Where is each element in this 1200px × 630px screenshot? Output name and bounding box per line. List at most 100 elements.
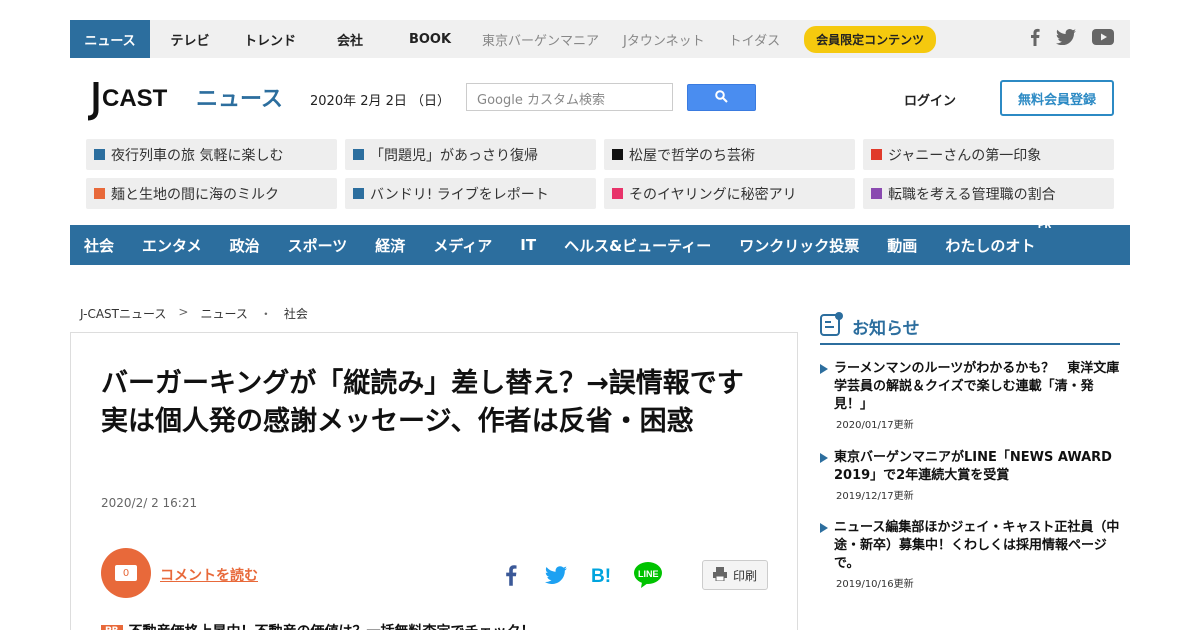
search-icon (715, 88, 728, 107)
topic-color-marker (94, 149, 105, 160)
tab-news[interactable]: ニュース (70, 20, 150, 58)
comment-count-badge[interactable]: 0 (101, 548, 151, 598)
category-media[interactable]: メディア (433, 235, 492, 256)
notice-updated: 2020/01/17更新 (836, 420, 914, 431)
topic-color-marker (871, 149, 882, 160)
article-card: バーガーキングが「縦読み」差し替え？→誤情報です 実は個人発の感謝メッセージ、作… (70, 332, 798, 630)
svg-text:LINE: LINE (638, 569, 659, 579)
tab-book[interactable]: BOOK (390, 20, 470, 58)
notice-item[interactable]: ラーメンマンのルーツがわかるかも？ 東洋文庫学芸員の解説＆クイズで楽しむ連載「清… (820, 360, 1120, 431)
breadcrumb: J-CASTニュース > ニュース ・ 社会 (80, 305, 308, 322)
facebook-icon[interactable] (1030, 28, 1040, 50)
arrow-right-icon (820, 523, 828, 533)
share-line-icon[interactable]: LINE (633, 561, 663, 589)
tab-trend[interactable]: トレンド (230, 20, 310, 58)
topic-chip[interactable]: そのイヤリングに秘密アリ (604, 178, 855, 209)
search-input[interactable]: Google カスタム検索 (466, 83, 673, 111)
tab-tv[interactable]: テレビ (150, 20, 230, 58)
topic-chip[interactable]: 「問題児」があっさり復帰 (345, 139, 596, 170)
topic-color-marker (353, 149, 364, 160)
topic-chip[interactable]: 夜行列車の旅 気軽に楽しむ (86, 139, 337, 170)
topic-color-marker (94, 188, 105, 199)
read-comments-link[interactable]: コメントを読む (160, 565, 258, 585)
site-logo[interactable]: CAST ニュース (86, 80, 286, 121)
notice-icon (820, 312, 844, 340)
sidebar-notice-header: お知らせ (820, 309, 1120, 345)
member-content-button[interactable]: 会員限定コンテンツ (804, 25, 937, 53)
category-navigation: 社会 エンタメ 政治 スポーツ 経済 メディア IT ヘルス&ビューティー ワン… (70, 221, 1130, 265)
youtube-icon[interactable] (1092, 29, 1114, 49)
top-navigation-bar: ニュース テレビ トレンド 会社 BOOK 東京バーゲンマニア Jタウンネット … (70, 20, 1130, 58)
register-button[interactable]: 無料会員登録 (1000, 80, 1114, 116)
topic-chip[interactable]: ジャニーさんの第一印象 (863, 139, 1114, 170)
arrow-right-icon (820, 364, 828, 374)
svg-text:B!: B! (591, 566, 611, 585)
breadcrumb-separator: ・ (259, 307, 272, 321)
topic-chip[interactable]: 転職を考える管理職の割合 (863, 178, 1114, 209)
breadcrumb-section[interactable]: ニュース (200, 305, 247, 322)
category-health-beauty[interactable]: ヘルス&ビューティー (564, 235, 711, 256)
current-date: 2020年 2月 2日 （日） (310, 94, 451, 109)
svg-text:CAST: CAST (102, 85, 168, 112)
notice-text: ニュース編集部ほかジェイ・キャスト正社員（中途・新卒）募集中！くわしくは採用情報… (834, 520, 1120, 571)
topic-chip[interactable]: バンドリ! ライブをレポート (345, 178, 596, 209)
article-headline: バーガーキングが「縦読み」差し替え？→誤情報です 実は個人発の感謝メッセージ、作… (101, 368, 771, 437)
notice-updated: 2019/12/17更新 (836, 491, 914, 502)
category-politics[interactable]: 政治 (230, 235, 260, 256)
category-video[interactable]: 動画 (887, 235, 917, 256)
notice-text: 東京バーゲンマニアがLINE「NEWS AWARD 2019」で2年連続大賞を受… (834, 450, 1112, 483)
print-icon (712, 566, 727, 584)
article-timestamp: 2020/2/ 2 16:21 (101, 496, 198, 510)
topic-label: 「問題児」があっさり復帰 (370, 147, 538, 164)
breadcrumb-separator: > (178, 305, 189, 319)
social-links (1030, 28, 1130, 50)
link-toidas[interactable]: トイダス (717, 20, 792, 58)
topic-label: 夜行列車の旅 気軽に楽しむ (111, 147, 284, 164)
link-tokyo-bargain-mania[interactable]: 東京バーゲンマニア (470, 20, 611, 58)
notice-updated: 2019/10/16更新 (836, 579, 914, 590)
sidebar-title: お知らせ (852, 318, 920, 339)
search-button[interactable] (687, 84, 756, 111)
print-button[interactable]: 印刷 (702, 560, 768, 590)
comment-count: 0 (115, 565, 137, 581)
topic-label: 転職を考える管理職の割合 (888, 186, 1056, 203)
topic-label: 麺と生地の間に海のミルク (111, 186, 279, 203)
notice-text: ラーメンマンのルーツがわかるかも？ 東洋文庫学芸員の解説＆クイズで楽しむ連載「清… (834, 361, 1120, 412)
category-one-click-poll[interactable]: ワンクリック投票 (739, 235, 859, 256)
category-economy[interactable]: 経済 (375, 235, 405, 256)
breadcrumb-home[interactable]: J-CASTニュース (80, 305, 166, 322)
notice-item[interactable]: 東京バーゲンマニアがLINE「NEWS AWARD 2019」で2年連続大賞を受… (820, 449, 1120, 502)
topic-color-marker (612, 188, 623, 199)
category-sports[interactable]: スポーツ (288, 235, 348, 256)
pr-badge: PR (1037, 220, 1052, 231)
link-j-town-net[interactable]: Jタウンネット (611, 20, 717, 58)
login-link[interactable]: ログイン (904, 90, 956, 109)
share-facebook-icon[interactable] (496, 561, 526, 589)
pr-ad-text: 不動産価格上昇中！不動産の価値は？一括無料査定でチェック！ (129, 621, 535, 630)
topic-color-marker (871, 188, 882, 199)
category-entertainment[interactable]: エンタメ (142, 235, 202, 256)
category-it[interactable]: IT (520, 236, 536, 254)
print-label: 印刷 (732, 568, 757, 583)
topic-label: そのイヤリングに秘密アリ (629, 186, 797, 203)
twitter-icon[interactable] (1056, 29, 1076, 49)
topic-label: ジャニーさんの第一印象 (888, 147, 1042, 164)
tab-company[interactable]: 会社 (310, 20, 390, 58)
arrow-right-icon (820, 453, 828, 463)
topic-label: バンドリ! ライブをレポート (370, 186, 549, 203)
share-hatena-bookmark-icon[interactable]: B! (587, 561, 617, 589)
category-society[interactable]: 社会 (84, 235, 114, 256)
notice-item[interactable]: ニュース編集部ほかジェイ・キャスト正社員（中途・新卒）募集中！くわしくは採用情報… (820, 519, 1120, 590)
breadcrumb-category[interactable]: 社会 (284, 305, 308, 322)
topic-label: 松屋で哲学のち芸術 (629, 147, 755, 164)
topic-chip[interactable]: 松屋で哲学のち芸術 (604, 139, 855, 170)
category-watashi-no-oto[interactable]: わたしのオト PR (945, 221, 1051, 256)
topic-chip[interactable]: 麺と生地の間に海のミルク (86, 178, 337, 209)
share-twitter-icon[interactable] (541, 561, 571, 589)
pr-ad-link[interactable]: PR 不動産価格上昇中！不動産の価値は？一括無料査定でチェック！ (101, 621, 535, 630)
topic-color-marker (612, 149, 623, 160)
topic-color-marker (353, 188, 364, 199)
category-label: わたしのオト (945, 236, 1036, 255)
pr-badge: PR (101, 625, 123, 630)
svg-text:ニュース: ニュース (196, 87, 283, 112)
